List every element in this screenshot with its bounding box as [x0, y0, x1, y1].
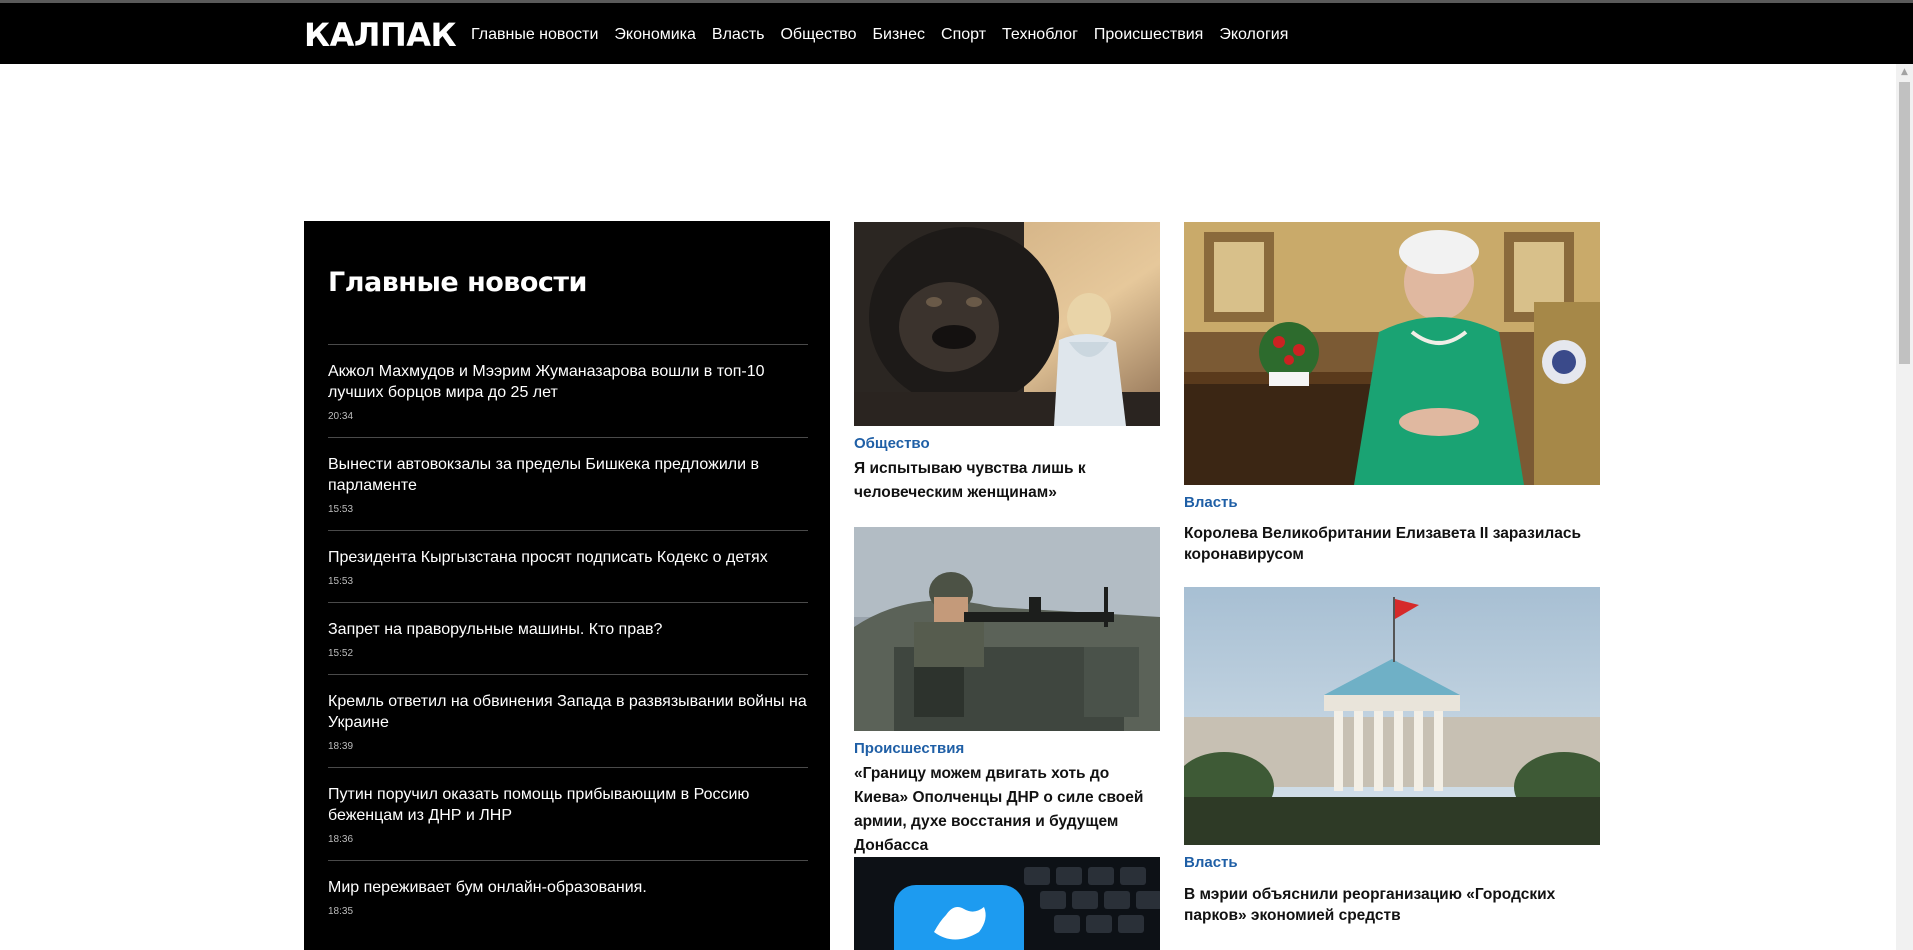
card-category[interactable]: Власть — [1184, 494, 1238, 511]
list-item[interactable]: Вынести автовокзалы за пределы Бишкека п… — [328, 437, 808, 530]
scrollbar-thumb[interactable] — [1899, 82, 1910, 364]
news-link[interactable]: Акжол Махмудов и Мээрим Жуманазарова вош… — [328, 361, 808, 403]
nav-item-main-news[interactable]: Главные новости — [471, 24, 598, 46]
news-link[interactable]: Вынести автовокзалы за пределы Бишкека п… — [328, 454, 808, 496]
top-news-heading: Главные новости — [328, 267, 587, 298]
card-title[interactable]: Королева Великобритании Елизавета II зар… — [1184, 523, 1600, 565]
news-time: 18:35 — [328, 906, 354, 917]
mayor-office-photo[interactable] — [1184, 587, 1600, 845]
soldier-photo[interactable] — [854, 527, 1160, 731]
news-time: 18:39 — [328, 741, 354, 752]
list-item[interactable]: Акжол Махмудов и Мээрим Жуманазарова вош… — [328, 344, 808, 437]
nav-item-power[interactable]: Власть — [712, 24, 765, 46]
scroll-up-arrow-icon[interactable]: ▲ — [1896, 64, 1913, 81]
news-link[interactable]: Путин поручил оказать помощь прибывающим… — [328, 784, 808, 826]
top-navigation-bar: КАЛПАК Главные новости Экономика Власть … — [0, 0, 1913, 64]
nav-item-ecology[interactable]: Экология — [1219, 24, 1288, 46]
gorilla-photo[interactable] — [854, 222, 1160, 426]
news-time: 18:36 — [328, 834, 354, 845]
list-item[interactable]: Президента Кыргызстана просят подписать … — [328, 530, 808, 602]
news-link[interactable]: Мир переживает бум онлайн-образования. — [328, 877, 808, 898]
list-item[interactable]: Запрет на праворульные машины. Кто прав?… — [328, 602, 808, 674]
nav-item-economy[interactable]: Экономика — [614, 24, 696, 46]
card-title[interactable]: «Границу можем двигать хоть до Киева» Оп… — [854, 762, 1160, 858]
queen-photo[interactable] — [1184, 222, 1600, 485]
top-news-panel: Главные новости Акжол Махмудов и Мээрим … — [304, 221, 830, 950]
twitter-photo[interactable] — [854, 857, 1160, 950]
nav-item-business[interactable]: Бизнес — [873, 24, 926, 46]
card-title[interactable]: В мэрии объяснили реорганизацию «Городск… — [1184, 884, 1600, 926]
list-item[interactable]: Мир переживает бум онлайн-образования. 1… — [328, 860, 808, 932]
nav-item-sport[interactable]: Спорт — [941, 24, 986, 46]
card-category[interactable]: Происшествия — [854, 740, 964, 757]
news-link[interactable]: Кремль ответил на обвинения Запада в раз… — [328, 691, 808, 733]
news-link[interactable]: Запрет на праворульные машины. Кто прав? — [328, 619, 808, 640]
news-time: 15:53 — [328, 504, 354, 515]
nav-item-society[interactable]: Общество — [780, 24, 856, 46]
news-link[interactable]: Президента Кыргызстана просят подписать … — [328, 547, 808, 568]
top-news-list: Акжол Махмудов и Мээрим Жуманазарова вош… — [328, 344, 808, 932]
site-logo[interactable]: КАЛПАК — [304, 15, 457, 55]
page-scrollbar[interactable]: ▲ — [1896, 64, 1913, 950]
list-item[interactable]: Путин поручил оказать помощь прибывающим… — [328, 767, 808, 860]
card-category[interactable]: Общество — [854, 435, 930, 452]
card-title[interactable]: Я испытываю чувства лишь к человеческим … — [854, 457, 1160, 505]
list-item[interactable]: Кремль ответил на обвинения Запада в раз… — [328, 674, 808, 767]
news-time: 15:52 — [328, 648, 354, 659]
news-time: 15:53 — [328, 576, 354, 587]
main-nav: Главные новости Экономика Власть Обществ… — [471, 24, 1304, 46]
news-time: 20:34 — [328, 411, 354, 422]
nav-item-incidents[interactable]: Происшествия — [1094, 24, 1203, 46]
nav-item-techblog[interactable]: Техноблог — [1002, 24, 1078, 46]
card-category[interactable]: Власть — [1184, 854, 1238, 871]
